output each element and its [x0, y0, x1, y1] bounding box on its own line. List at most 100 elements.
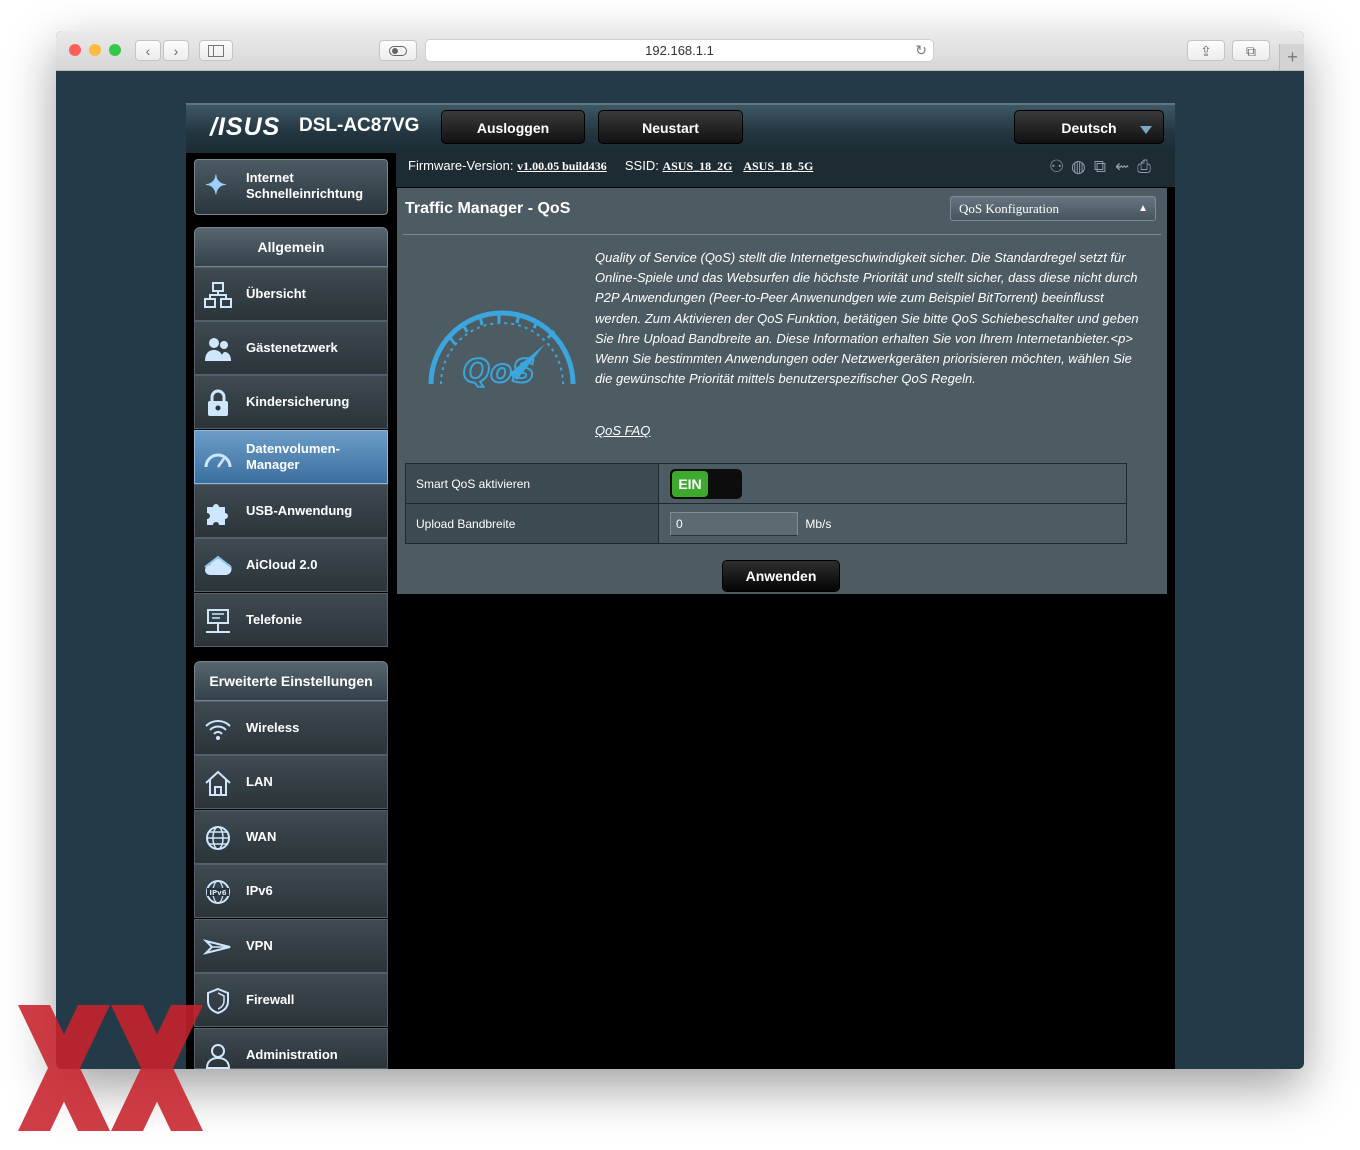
restart-button[interactable]: Neustart	[598, 110, 743, 144]
home-icon	[203, 768, 233, 798]
table-row: Smart QoS aktivieren EIN	[405, 463, 1127, 504]
sidebar-item-label: USB-Anwendung	[246, 503, 353, 518]
printer-icon[interactable]: ⎙	[1137, 157, 1159, 177]
url-text: 192.168.1.1	[645, 43, 714, 58]
sidebar-item-guest-network[interactable]: Gästenetzwerk	[194, 321, 388, 375]
ipv6-globe-icon: IPv6	[203, 877, 233, 907]
model-name: DSL-AC87VG	[299, 115, 420, 136]
smart-qos-cell: EIN	[658, 463, 1127, 504]
quick-setup-label-line1: Internet	[246, 170, 294, 185]
sidebar-item-label: Übersicht	[246, 286, 306, 301]
wifi-icon	[203, 714, 233, 744]
telephony-icon	[203, 606, 233, 636]
qos-config-select[interactable]: QoS Konfiguration ▲	[950, 196, 1156, 221]
chevron-right-icon: ›	[173, 43, 179, 59]
clients-icon[interactable]: ⚇	[1049, 157, 1071, 177]
sidebar-toggle-button[interactable]	[199, 40, 233, 61]
internet-globe-icon[interactable]: ◍	[1071, 157, 1093, 177]
sidebar-item-administration[interactable]: Administration	[194, 1028, 388, 1069]
devices-icon[interactable]: ⧉	[1093, 157, 1115, 177]
reload-icon[interactable]: ↻	[915, 40, 927, 61]
back-button[interactable]: ‹	[135, 40, 161, 61]
page-title: Traffic Manager - QoS	[405, 200, 571, 217]
dropdown-arrow-icon	[1140, 126, 1152, 134]
vpn-icon	[202, 932, 233, 962]
smart-qos-label: Smart QoS aktivieren	[405, 463, 659, 504]
sidebar-item-label: Datenvolumen- Manager	[246, 431, 340, 483]
sidebar-item-label: IPv6	[246, 883, 273, 898]
router-header: /ISUS DSL-AC87VG Ausloggen Neustart Deut…	[186, 103, 1175, 153]
sidebar-item-traffic-manager[interactable]: Datenvolumen- Manager	[194, 430, 388, 484]
reader-toggle-button[interactable]	[379, 40, 417, 61]
language-select[interactable]: Deutsch	[1014, 110, 1164, 144]
sidebar-item-label: Administration	[246, 1047, 338, 1062]
quick-internet-setup-button[interactable]: ✦ Internet Schnelleinrichtung	[194, 159, 388, 215]
sidebar-item-wireless[interactable]: Wireless	[194, 701, 388, 755]
qos-faq-link[interactable]: QoS FAQ	[595, 423, 650, 438]
shield-icon	[203, 986, 233, 1016]
qos-settings-table: Smart QoS aktivieren EIN Upload Bandbrei…	[405, 463, 1127, 544]
qos-panel: Traffic Manager - QoS QoS Konfiguration …	[397, 188, 1167, 594]
language-label: Deutsch	[1061, 120, 1117, 136]
sidebar-item-label: WAN	[246, 829, 277, 844]
new-tab-button[interactable]: +	[1279, 44, 1304, 70]
sidebar-item-label: Wireless	[246, 720, 300, 735]
firmware-info: Firmware-Version: v1.00.05 build436 SSID…	[408, 158, 813, 174]
router-admin-ui: /ISUS DSL-AC87VG Ausloggen Neustart Deut…	[186, 103, 1175, 1069]
guest-network-icon	[203, 334, 233, 364]
zoom-window-button[interactable]	[109, 44, 121, 56]
sidebar-item-aicloud[interactable]: AiCloud 2.0	[194, 538, 388, 592]
sidebar-item-firewall[interactable]: Firewall	[194, 973, 388, 1027]
usb-icon[interactable]: ⇜	[1115, 157, 1137, 177]
close-window-button[interactable]	[69, 44, 81, 56]
sidebar-item-vpn[interactable]: VPN	[194, 919, 388, 973]
svg-text:IPv6: IPv6	[209, 889, 226, 897]
status-bar: Firmware-Version: v1.00.05 build436 SSID…	[396, 153, 1175, 187]
sidebar-item-overview[interactable]: Übersicht	[194, 267, 388, 321]
forward-button[interactable]: ›	[163, 40, 189, 61]
sidebar-item-label: AiCloud 2.0	[246, 557, 318, 572]
qos-description: Quality of Service (QoS) stellt die Inte…	[595, 250, 1139, 387]
ssid-5g-link[interactable]: ASUS_18_5G	[743, 159, 813, 173]
apply-button[interactable]: Anwenden	[722, 560, 840, 592]
label-line1: Datenvolumen-	[246, 441, 340, 456]
smart-qos-toggle[interactable]: EIN	[670, 468, 742, 499]
sidebar-item-parental-control[interactable]: Kindersicherung	[194, 375, 388, 429]
sidebar-item-ipv6[interactable]: IPv6 IPv6	[194, 864, 388, 918]
firmware-version-link[interactable]: v1.00.05 build436	[517, 159, 607, 173]
parental-lock-icon	[203, 388, 233, 418]
globe-icon	[203, 823, 233, 853]
sidebar-item-usb-application[interactable]: USB-Anwendung	[194, 484, 388, 538]
upload-bandwidth-label: Upload Bandbreite	[405, 503, 659, 544]
logout-button[interactable]: Ausloggen	[441, 110, 585, 144]
sidebar-item-telephony[interactable]: Telefonie	[194, 593, 388, 647]
plus-icon: +	[1287, 47, 1298, 67]
brand-logo: /ISUS	[210, 113, 281, 141]
cloud-icon	[203, 551, 233, 581]
tabs-overview-button[interactable]: ⧉	[1232, 40, 1270, 61]
toggle-icon	[389, 46, 407, 56]
label-line2: Manager	[246, 457, 300, 472]
browser-toolbar: ‹ › 192.168.1.1 ↻ ⇪ ⧉ +	[56, 31, 1304, 71]
url-bar[interactable]: 192.168.1.1 ↻	[425, 39, 934, 62]
sidebar-item-label: Telefonie	[246, 612, 303, 627]
admin-user-icon	[203, 1041, 233, 1069]
advanced-section-header: Erweiterte Einstellungen	[194, 661, 388, 701]
minimize-window-button[interactable]	[89, 44, 101, 56]
toggle-state: EIN	[672, 470, 708, 497]
select-value: QoS Konfiguration	[959, 201, 1060, 216]
speedometer-icon	[203, 443, 233, 473]
puzzle-icon	[203, 497, 233, 527]
upload-bandwidth-input[interactable]: 0	[670, 511, 798, 536]
status-icons: ⚇◍⧉⇜⎙	[1049, 157, 1159, 177]
sidebar-item-wan[interactable]: WAN	[194, 810, 388, 864]
quick-setup-label-line2: Schnelleinrichtung	[246, 186, 364, 201]
upload-unit-label: Mb/s	[805, 516, 832, 531]
sidebar-item-label-text: Datenvolumen- Manager	[246, 441, 340, 473]
tabs-icon: ⧉	[1246, 43, 1256, 59]
ssid-2g-link[interactable]: ASUS_18_2G	[662, 159, 732, 173]
share-button[interactable]: ⇪	[1187, 40, 1225, 61]
magic-wand-icon: ✦	[205, 170, 227, 200]
sidebar-item-lan[interactable]: LAN	[194, 755, 388, 809]
sidebar-item-label: Firewall	[246, 992, 295, 1007]
